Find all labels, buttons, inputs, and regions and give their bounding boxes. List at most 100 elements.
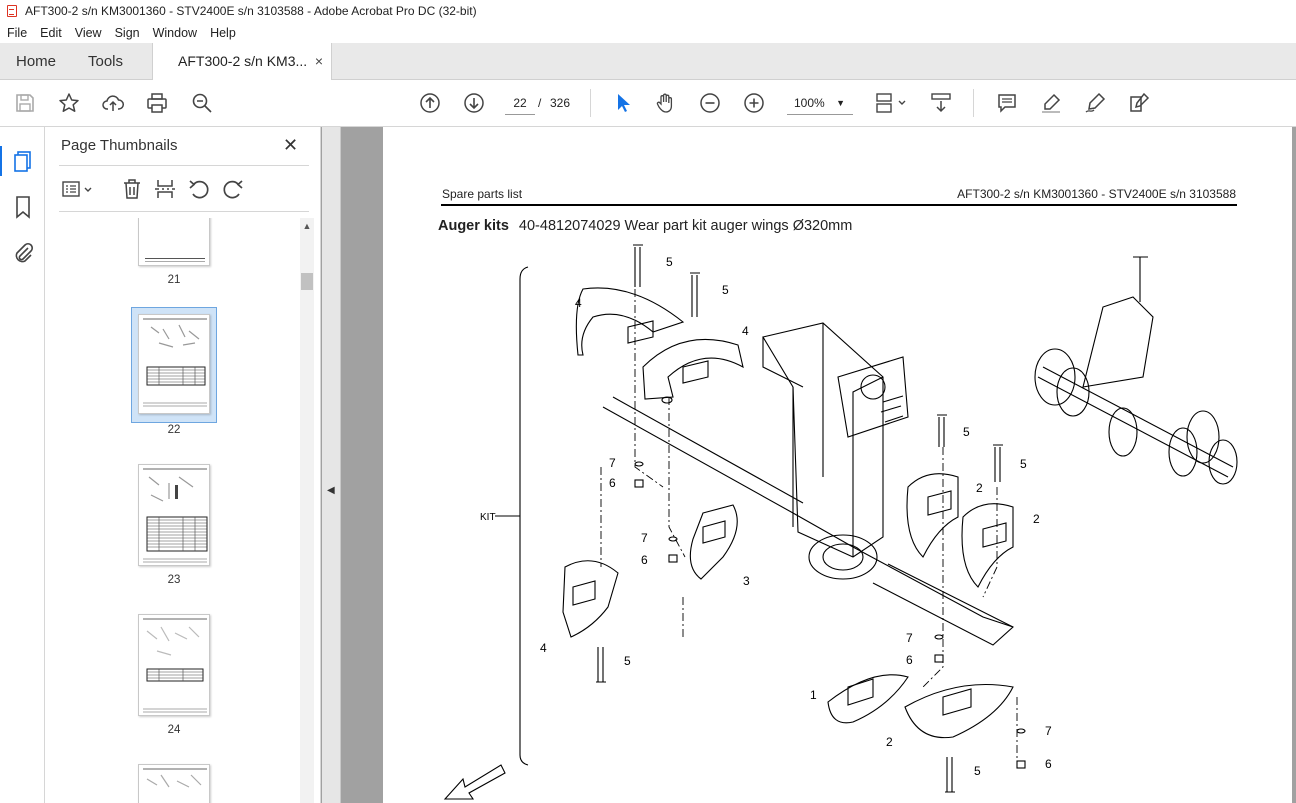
menu-bar: File Edit View Sign Window Help — [0, 22, 1296, 43]
attachment-icon[interactable] — [11, 241, 35, 265]
delete-icon[interactable] — [120, 177, 144, 201]
bookmark-icon[interactable] — [11, 195, 35, 219]
star-icon[interactable] — [57, 91, 81, 115]
scroll-up-icon[interactable]: ▲ — [300, 218, 314, 234]
acrobat-logo-icon — [7, 5, 17, 17]
header-rule — [441, 204, 1237, 206]
window-title: AFT300-2 s/n KM3001360 - STV2400E s/n 31… — [25, 4, 477, 18]
highlight-icon[interactable] — [1039, 91, 1063, 115]
rotate-left-icon[interactable] — [187, 177, 211, 201]
callout: 6 — [1045, 757, 1052, 771]
menu-sign[interactable]: Sign — [108, 26, 146, 40]
menu-edit[interactable]: Edit — [33, 26, 68, 40]
callout: 5 — [666, 255, 673, 269]
fill-sign-icon[interactable] — [1127, 91, 1151, 115]
page-thumbnails-panel: Page Thumbnails ✕ 21 22 23 24 ▲ — [45, 127, 321, 803]
pdf-page: Spare parts list AFT300-2 s/n KM3001360 … — [383, 127, 1292, 803]
callout: 4 — [575, 296, 582, 310]
callout: 5 — [624, 654, 631, 668]
title-bar: AFT300-2 s/n KM3001360 - STV2400E s/n 31… — [0, 0, 1296, 22]
callout: 4 — [540, 641, 547, 655]
page-down-icon[interactable] — [462, 91, 486, 115]
panel-collapse-handle[interactable]: ◀ — [322, 127, 341, 803]
callout: 5 — [1020, 457, 1027, 471]
callout: 5 — [722, 283, 729, 297]
callout: 5 — [963, 425, 970, 439]
tab-document[interactable]: AFT300-2 s/n KM3... × — [152, 43, 332, 81]
tab-home[interactable]: Home — [16, 43, 56, 80]
callout: 1 — [810, 688, 817, 702]
thumbnail-label: 21 — [167, 274, 181, 286]
tab-tools[interactable]: Tools — [88, 43, 123, 80]
thumbnail-options-icon[interactable] — [61, 177, 95, 201]
callout: 5 — [974, 764, 981, 778]
page-thumbnails-icon[interactable] — [0, 146, 35, 176]
thumbnail-list: 21 22 23 24 — [59, 218, 299, 803]
page-up-icon[interactable] — [418, 91, 442, 115]
hand-icon[interactable] — [654, 91, 678, 115]
comment-icon[interactable] — [995, 91, 1019, 115]
toolbar — [0, 80, 1296, 127]
thumbnail-page-22[interactable] — [138, 314, 210, 414]
left-rail — [0, 127, 45, 803]
callout: 2 — [886, 735, 893, 749]
page-header-left: Spare parts list — [442, 187, 523, 201]
thumbnail-page-24[interactable] — [138, 614, 210, 716]
callout: 2 — [1033, 512, 1040, 526]
zoom-value: 100% — [794, 96, 825, 110]
zoom-in-icon[interactable] — [742, 91, 766, 115]
thumbnail-label: 24 — [167, 724, 181, 736]
document-view[interactable]: ◀ Spare parts list AFT300-2 s/n KM300136… — [321, 127, 1296, 803]
close-icon[interactable]: ✕ — [283, 135, 298, 156]
menu-window[interactable]: Window — [146, 26, 203, 40]
callout: 7 — [1045, 724, 1052, 738]
menu-file[interactable]: File — [0, 26, 33, 40]
thumbnail-page-21[interactable] — [138, 218, 210, 266]
page-layout-icon[interactable] — [874, 91, 908, 115]
callout: 3 — [743, 574, 750, 588]
callout: 6 — [609, 476, 616, 490]
zoom-out-icon[interactable] — [698, 91, 722, 115]
chevron-down-icon: ▼ — [836, 98, 845, 108]
thumbnail-scrollbar[interactable]: ▲ — [300, 218, 314, 803]
toolbar-divider — [590, 89, 591, 117]
print-icon[interactable] — [145, 91, 169, 115]
rotate-right-icon[interactable] — [221, 177, 245, 201]
callout: 7 — [641, 531, 648, 545]
callout: 4 — [742, 324, 749, 338]
exploded-parts-drawing: 5 5 4 4 7 6 7 6 3 4 5 5 5 2 2 7 6 1 2 7 … — [443, 244, 1238, 800]
thumbnail-label: 23 — [167, 574, 181, 586]
callout-labels: 5 5 4 4 7 6 7 6 3 4 5 5 5 2 2 7 6 1 2 7 … — [480, 255, 1052, 778]
save-icon[interactable] — [13, 91, 37, 115]
page-header-right: AFT300-2 s/n KM3001360 - STV2400E s/n 31… — [957, 187, 1236, 201]
tab-bar: Home Tools AFT300-2 s/n KM3... × — [0, 43, 1296, 81]
extract-pages-icon[interactable] — [153, 177, 177, 201]
thumbnail-page-23[interactable] — [138, 464, 210, 566]
page-number-input[interactable]: 22 — [505, 91, 535, 115]
panel-title: Page Thumbnails — [61, 137, 178, 154]
scrollbar-thumb[interactable] — [301, 273, 313, 290]
callout: 6 — [641, 553, 648, 567]
divider — [59, 211, 309, 212]
zoom-select[interactable]: 100% ▼ — [787, 91, 853, 115]
page-total: 326 — [550, 96, 571, 110]
menu-help[interactable]: Help — [203, 26, 242, 40]
sign-icon[interactable] — [1083, 91, 1107, 115]
callout: 2 — [976, 481, 983, 495]
thumbnail-page-25[interactable] — [138, 764, 210, 803]
page-separator: / — [538, 96, 542, 110]
upload-icon[interactable] — [101, 91, 125, 115]
toolbar-divider — [973, 89, 974, 117]
tab-document-label: AFT300-2 s/n KM3... — [178, 53, 308, 69]
thumbnail-label: 22 — [167, 424, 181, 436]
menu-view[interactable]: View — [68, 26, 108, 40]
callout: 7 — [609, 456, 616, 470]
kit-label: KIT — [480, 512, 496, 523]
callout: 6 — [906, 653, 913, 667]
zoom-search-icon[interactable] — [190, 91, 214, 115]
scroll-mode-icon[interactable] — [929, 91, 953, 115]
select-cursor-icon[interactable] — [611, 91, 635, 115]
chevron-left-icon: ◀ — [327, 485, 335, 496]
close-tab-icon[interactable]: × — [315, 43, 323, 80]
callout: 7 — [906, 631, 913, 645]
